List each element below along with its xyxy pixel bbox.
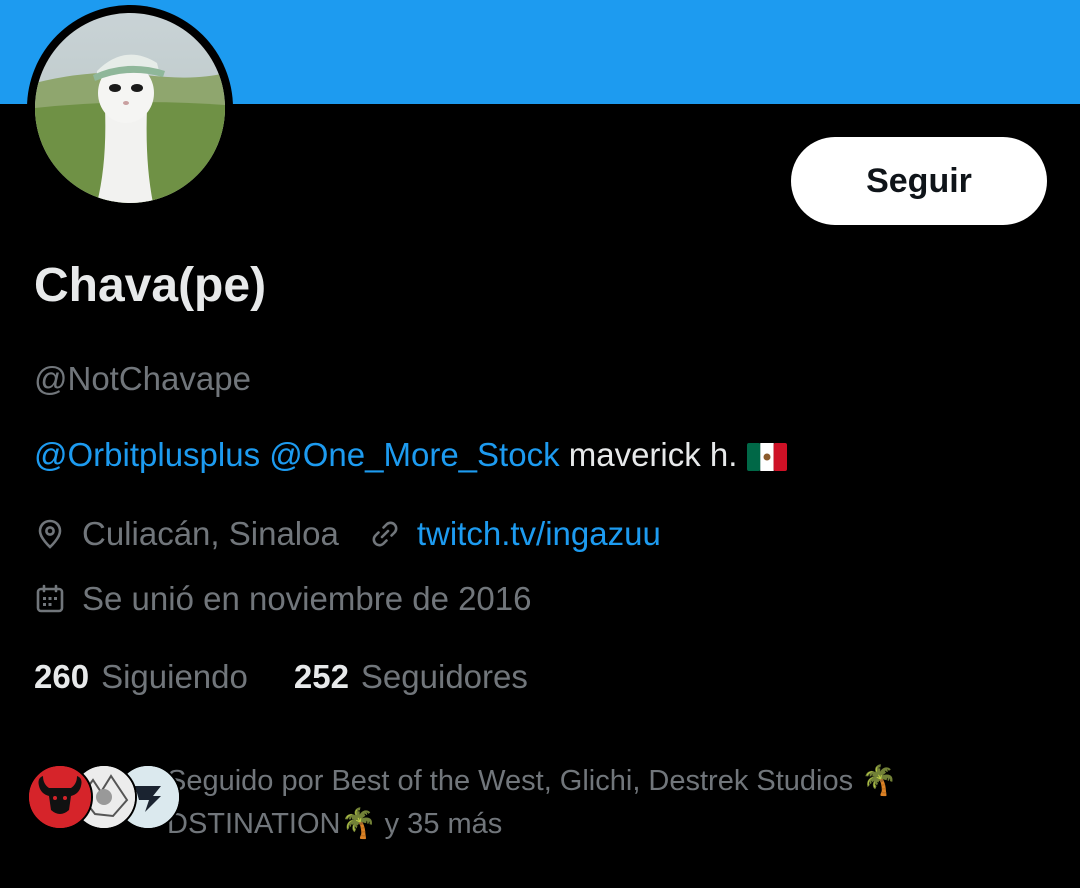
profile-avatar[interactable] (27, 5, 233, 211)
mexico-flag-icon (747, 441, 788, 471)
profile-joined-date: Se unió en noviembre de 2016 (82, 580, 532, 617)
profile-page: Seguir Chava(pe) @NotChavape @Orbitplusp… (0, 0, 1080, 888)
profile-website-link[interactable]: twitch.tv/ingazuu (417, 515, 661, 553)
followers-count: 252 (293, 658, 349, 695)
following-count: 260 (34, 658, 90, 695)
follow-button[interactable]: Seguir (791, 137, 1047, 225)
profile-stats: 260 Siguiendo 252 Seguidores (34, 658, 528, 696)
link-icon (369, 518, 401, 550)
bio-text: maverick h. (568, 436, 738, 473)
following-stat-link[interactable]: 260 Siguiendo (34, 658, 248, 696)
bio-mention-one-more-stock[interactable]: @One_More_Stock (269, 436, 559, 474)
bio-mention-orbitplusplus[interactable]: @Orbitplusplus (34, 436, 260, 474)
profile-handle: @NotChavape (34, 360, 251, 397)
followers-stat-link[interactable]: 252 Seguidores (294, 658, 528, 696)
calendar-icon (34, 583, 66, 615)
followed-by-avatars (27, 760, 181, 830)
followers-label: Seguidores (360, 658, 528, 695)
location-pin-icon (34, 518, 66, 550)
avatar-image (35, 13, 225, 203)
following-label: Siguiendo (101, 658, 248, 695)
display-name: Chava(pe) (34, 259, 267, 312)
profile-location: Culiacán, Sinaloa (82, 515, 339, 552)
profile-meta-location-website: Culiacán, Sinaloa twitch.tv/ingazuu (34, 515, 661, 553)
followed-by-row[interactable]: Seguido por Best of the West, Glichi, De… (27, 760, 987, 846)
follower-avatar (27, 764, 93, 830)
profile-meta-joined: Se unió en noviembre de 2016 (34, 580, 532, 618)
profile-bio: @Orbitplusplus @One_More_Stock maverick … (34, 436, 788, 474)
followed-by-text: Seguido por Best of the West, Glichi, De… (167, 765, 898, 840)
